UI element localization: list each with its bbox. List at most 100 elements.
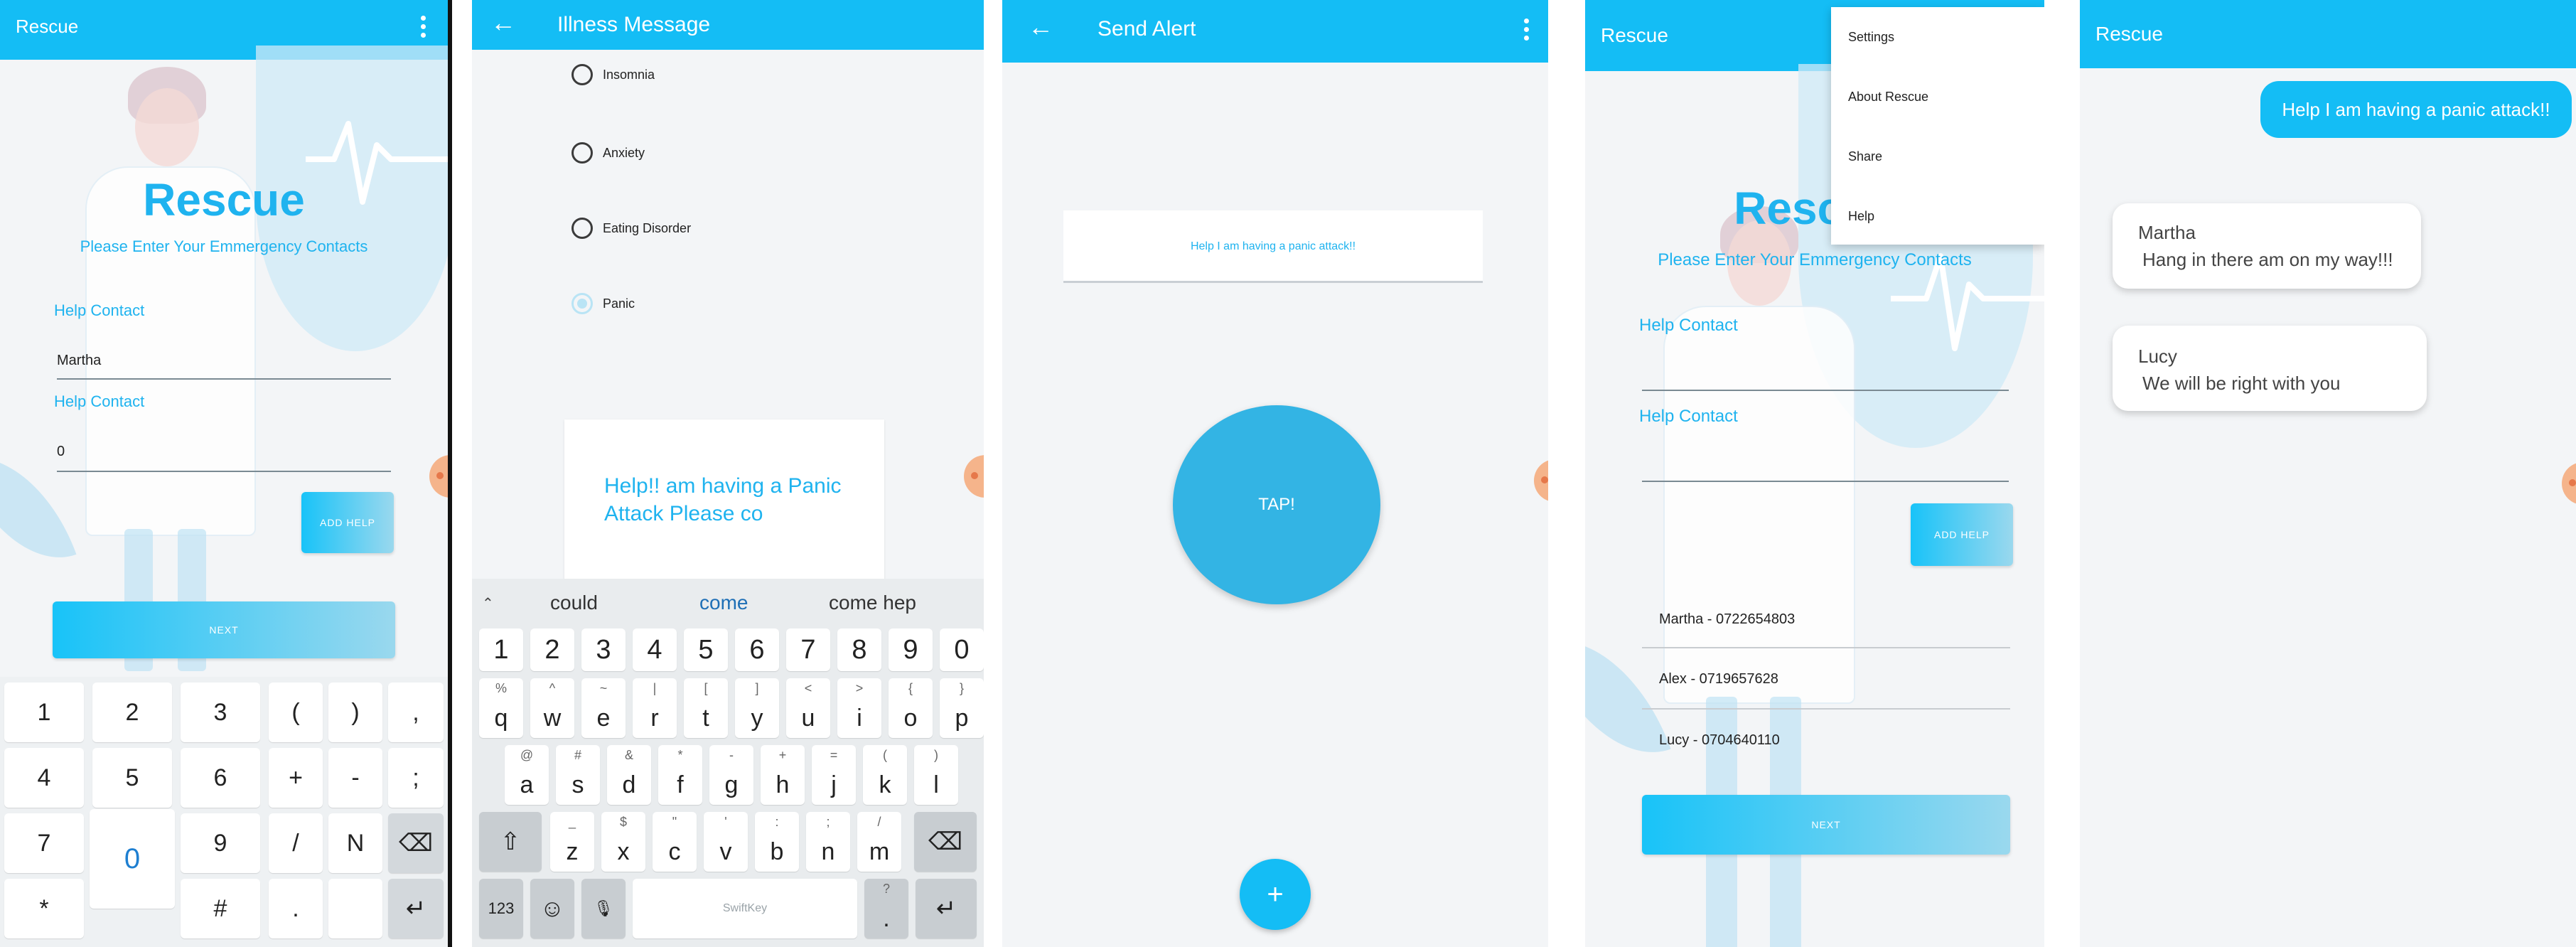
key[interactable]: ) l	[914, 745, 958, 805]
key[interactable]: -	[328, 748, 382, 808]
suggestion-1[interactable]: could	[550, 592, 598, 614]
contact-row[interactable]: Martha - 0722654803	[1659, 611, 1795, 628]
contact-row[interactable]: Alex - 0719657628	[1659, 671, 1778, 687]
key[interactable]: 4	[4, 748, 84, 808]
key[interactable]: ' v	[704, 812, 748, 872]
tap-button[interactable]: TAP!	[1173, 405, 1380, 604]
space-key[interactable]: SwiftKey	[633, 879, 857, 938]
add-fab[interactable]: +	[1240, 859, 1311, 930]
key[interactable]: % q	[479, 678, 523, 738]
key[interactable]: " c	[653, 812, 697, 872]
key[interactable]: 6	[181, 748, 260, 808]
add-help-button[interactable]: ADD HELP	[301, 492, 394, 553]
key[interactable]: / m	[857, 812, 901, 872]
add-help-button[interactable]: ADD HELP	[1911, 503, 2013, 566]
emoji-key[interactable]: ☺	[530, 879, 574, 938]
key[interactable]: )	[328, 683, 382, 742]
key[interactable]: 7	[4, 813, 84, 873]
key[interactable]: :b	[755, 812, 799, 872]
key[interactable]: 7	[786, 628, 830, 671]
radio-button[interactable]	[571, 64, 593, 85]
key[interactable]: +	[269, 748, 323, 808]
key[interactable]: 3	[181, 683, 260, 742]
key[interactable]: (k	[863, 745, 907, 805]
key[interactable]: 1	[479, 628, 523, 671]
shift-key[interactable]: ⇧	[479, 812, 542, 872]
help-contact-input-1[interactable]	[1642, 390, 2009, 391]
help-contact-input-2[interactable]	[1642, 481, 2009, 482]
key[interactable]: | r	[633, 678, 677, 738]
menu-item-about[interactable]: About Rescue	[1848, 90, 1928, 105]
option-panic[interactable]: Panic	[571, 293, 635, 314]
key[interactable]: 9	[181, 813, 260, 873]
key[interactable]: = j	[812, 745, 856, 805]
punctuation-key[interactable]: ?.	[864, 879, 908, 938]
key[interactable]: #	[181, 879, 260, 938]
radio-button-checked[interactable]	[571, 293, 593, 314]
key[interactable]: .	[269, 879, 323, 938]
option-anxiety[interactable]: Anxiety	[571, 142, 645, 164]
radio-button[interactable]	[571, 142, 593, 164]
back-arrow-icon[interactable]: ←	[1028, 14, 1053, 40]
menu-item-settings[interactable]: Settings	[1848, 30, 1894, 45]
key[interactable]: -g	[709, 745, 753, 805]
key[interactable]: 1	[4, 683, 84, 742]
key[interactable]: * f	[658, 745, 702, 805]
key[interactable]: 9	[889, 628, 933, 671]
key[interactable]: ~ e	[581, 678, 626, 738]
key[interactable]: N	[328, 813, 382, 873]
contact-row[interactable]: Lucy - 0704640110	[1659, 732, 1780, 749]
key[interactable]: 8	[837, 628, 881, 671]
side-handle[interactable]	[2562, 462, 2576, 505]
key[interactable]: ,	[388, 683, 444, 742]
next-button[interactable]: NEXT	[53, 601, 395, 658]
side-handle[interactable]	[1534, 459, 1548, 502]
key[interactable]: ] y	[735, 678, 779, 738]
key[interactable]: & d	[607, 745, 651, 805]
numbers-toggle-key[interactable]: 123	[479, 879, 523, 938]
key[interactable]: *	[4, 879, 84, 938]
key[interactable]: 6	[735, 628, 779, 671]
key[interactable]: + h	[761, 745, 805, 805]
key[interactable]: _ z	[550, 812, 594, 872]
key[interactable]: 4	[633, 628, 677, 671]
next-button[interactable]: NEXT	[1642, 795, 2010, 855]
suggestion-expand-icon[interactable]: ⌃	[482, 594, 494, 612]
radio-button[interactable]	[571, 218, 593, 239]
side-handle[interactable]	[964, 455, 984, 498]
microphone-key[interactable]: 🎙	[581, 879, 626, 938]
key[interactable]: ^ w	[530, 678, 574, 738]
back-arrow-icon[interactable]: ←	[490, 10, 516, 36]
key[interactable]: 3	[581, 628, 626, 671]
key[interactable]: ; n	[806, 812, 850, 872]
enter-key[interactable]: ↵	[388, 879, 444, 938]
option-eating-disorder[interactable]: Eating Disorder	[571, 218, 691, 239]
key[interactable]: 0	[940, 628, 984, 671]
key[interactable]: [t	[684, 678, 728, 738]
key[interactable]: /	[269, 813, 323, 873]
key[interactable]: @ a	[505, 745, 549, 805]
overflow-menu-icon[interactable]	[1524, 18, 1530, 44]
key[interactable]: 5	[92, 748, 172, 808]
key[interactable]: {o	[889, 678, 933, 738]
key[interactable]: 2	[92, 683, 172, 742]
key[interactable]: > i	[837, 678, 881, 738]
key[interactable]: 5	[684, 628, 728, 671]
overflow-menu-icon[interactable]	[421, 16, 426, 41]
key[interactable]	[328, 879, 382, 938]
enter-key[interactable]: ↵	[916, 879, 977, 938]
key[interactable]: ;	[388, 748, 444, 808]
key[interactable]: } p	[940, 678, 984, 738]
suggestion-3[interactable]: come hep	[829, 592, 916, 614]
key[interactable]: < u	[786, 678, 830, 738]
key[interactable]: 2	[530, 628, 574, 671]
menu-item-share[interactable]: Share	[1848, 149, 1882, 164]
message-textarea[interactable]: Help!! am having a Panic Attack Please c…	[564, 419, 884, 583]
option-insomnia[interactable]: Insomnia	[571, 64, 655, 85]
menu-item-help[interactable]: Help	[1848, 209, 1874, 224]
key-zero-pressed[interactable]: 0	[90, 809, 175, 909]
backspace-key[interactable]: ⌫	[388, 813, 444, 873]
key[interactable]: # s	[556, 745, 600, 805]
help-contact-input-2[interactable]: 0	[57, 444, 65, 460]
backspace-key[interactable]: ⌫	[914, 812, 977, 872]
